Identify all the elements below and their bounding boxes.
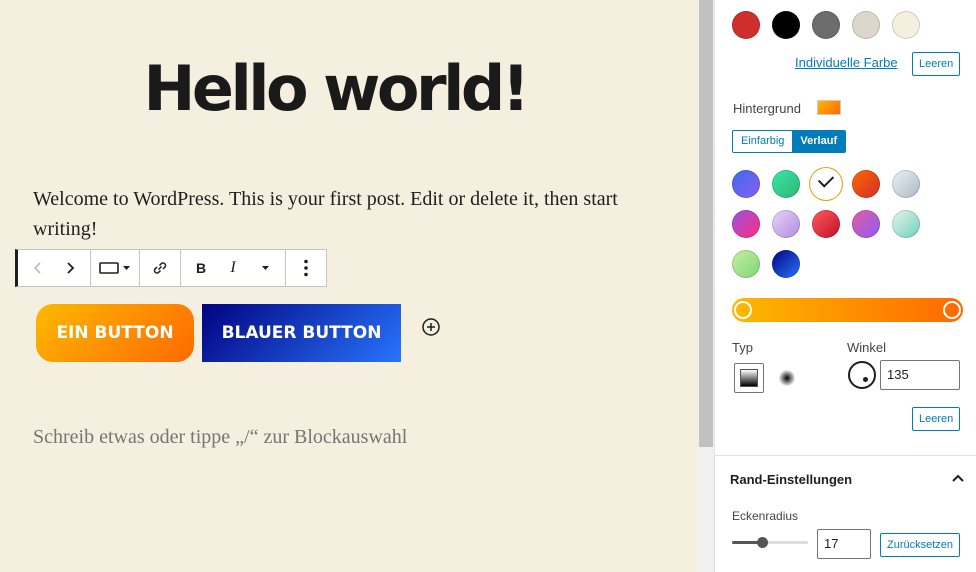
gradient-swatch[interactable] (732, 170, 760, 198)
toolbar-options-group (286, 250, 326, 286)
background-preview-swatch (817, 100, 841, 115)
reset-radius-button[interactable]: Zurücksetzen (880, 533, 961, 557)
tab-gradient[interactable]: Verlauf (792, 131, 846, 152)
background-label: Hintergrund (733, 101, 801, 116)
text-color-swatch[interactable] (772, 11, 800, 39)
blue-button-block[interactable]: BLAUER BUTTON (202, 304, 401, 362)
toolbar-format-group: B I (181, 250, 286, 286)
gradient-bar[interactable] (732, 298, 963, 322)
toolbar-link-group (140, 250, 181, 286)
angle-dial-icon[interactable] (848, 361, 876, 389)
check-icon (817, 171, 835, 188)
text-color-swatch[interactable] (852, 11, 880, 39)
tab-solid[interactable]: Einfarbig (733, 131, 793, 152)
scrollbar-thumb[interactable] (699, 0, 713, 447)
more-formats-button[interactable] (249, 250, 281, 286)
editor-scrollbar[interactable] (698, 0, 714, 572)
radial-type-button[interactable] (779, 370, 795, 386)
more-vertical-icon (304, 259, 308, 277)
radius-label: Eckenradius (732, 509, 799, 523)
border-settings-title[interactable]: Rand-Einstellungen (730, 472, 852, 487)
chevron-up-icon[interactable] (951, 473, 965, 483)
type-label: Typ (732, 340, 753, 355)
linear-gradient-icon (740, 369, 758, 387)
button-style-dropdown[interactable] (95, 250, 135, 286)
gradient-swatch[interactable] (852, 210, 880, 238)
move-right-button[interactable] (54, 250, 86, 286)
chevron-right-icon (67, 262, 75, 274)
bold-button[interactable]: B (185, 250, 217, 286)
link-button[interactable] (144, 250, 176, 286)
orange-button-block[interactable]: EIN BUTTON (36, 304, 194, 362)
gradient-swatch[interactable] (772, 170, 800, 198)
gradient-swatch[interactable] (772, 210, 800, 238)
gradient-stop-end[interactable] (943, 301, 961, 319)
angle-label: Winkel (847, 340, 887, 355)
toolbar-move-group (18, 250, 91, 286)
gradient-swatch[interactable] (732, 210, 760, 238)
block-toolbar: B I (15, 249, 327, 287)
link-icon (153, 262, 167, 274)
radius-input[interactable]: 17 (817, 529, 871, 559)
button-style-icon (99, 262, 119, 274)
gradient-stop-start[interactable] (734, 301, 752, 319)
clear-gradient-button[interactable]: Leeren (912, 407, 961, 431)
custom-color-link[interactable]: Individuelle Farbe (795, 55, 898, 70)
text-color-swatch[interactable] (892, 11, 920, 39)
text-color-swatch[interactable] (812, 11, 840, 39)
gradient-swatch[interactable] (892, 210, 920, 238)
italic-button[interactable]: I (217, 250, 249, 286)
chevron-left-icon (33, 262, 41, 274)
text-color-swatch[interactable] (732, 11, 760, 39)
caret-down-icon (123, 266, 130, 270)
empty-block-placeholder[interactable]: Schreib etwas oder tippe „/“ zur Blockau… (33, 422, 407, 452)
add-block-button[interactable] (421, 317, 441, 342)
move-left-button[interactable] (22, 250, 54, 286)
gradient-swatch[interactable] (892, 170, 920, 198)
plus-circle-icon (422, 318, 440, 336)
linear-type-button[interactable] (734, 363, 764, 393)
gradient-swatch[interactable] (812, 170, 840, 198)
panel-divider (715, 455, 976, 456)
gradient-swatch[interactable] (732, 250, 760, 278)
settings-sidebar: Individuelle Farbe Leeren Hintergrund Ei… (714, 0, 976, 572)
post-title[interactable]: Hello world! (0, 52, 670, 125)
gradient-swatch[interactable] (772, 250, 800, 278)
paragraph-block[interactable]: Welcome to WordPress. This is your first… (33, 184, 643, 244)
clear-text-color-button[interactable]: Leeren (912, 52, 961, 76)
gradient-swatch[interactable] (812, 210, 840, 238)
radius-slider[interactable] (732, 537, 808, 548)
editor-canvas: Hello world! Welcome to WordPress. This … (0, 0, 698, 572)
radius-slider-thumb[interactable] (756, 537, 768, 548)
toolbar-style-group (91, 250, 140, 286)
caret-down-icon (261, 266, 269, 270)
gradient-swatch[interactable] (852, 170, 880, 198)
background-type-tabs: Einfarbig Verlauf (732, 130, 847, 153)
angle-input[interactable]: 135 (880, 360, 960, 390)
block-options-button[interactable] (290, 250, 322, 286)
